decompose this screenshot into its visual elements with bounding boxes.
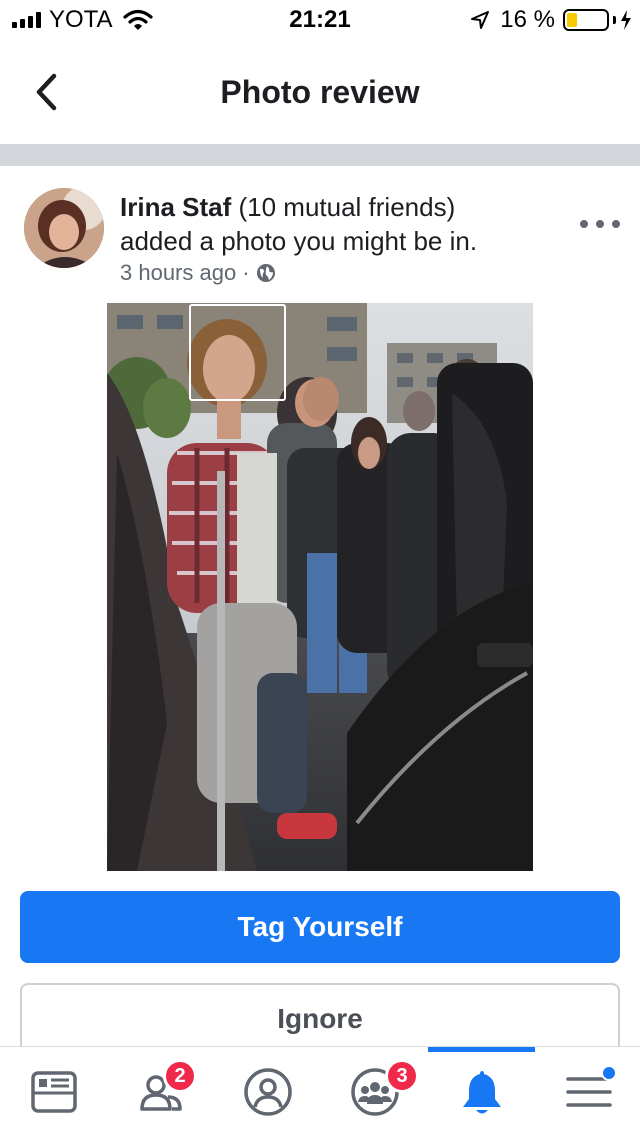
more-dots-icon[interactable]: [580, 212, 620, 236]
battery-icon: [563, 9, 609, 31]
ignore-button[interactable]: Ignore: [20, 983, 620, 1055]
battery-percent: 16 %: [500, 6, 555, 33]
news-feed-icon: [30, 1071, 77, 1113]
tag-yourself-button[interactable]: Tag Yourself: [20, 891, 620, 963]
face-tag-box[interactable]: [189, 304, 286, 401]
groups-badge: 3: [385, 1059, 419, 1093]
post-photo[interactable]: [107, 303, 533, 871]
post-line-author: Irina Staf (10 mutual friends): [120, 190, 560, 224]
mutual-friends: (10 mutual friends): [238, 192, 456, 222]
battery-level-fill: [567, 13, 577, 27]
bell-icon: [462, 1071, 501, 1114]
tab-friends[interactable]: 2: [107, 1047, 214, 1136]
carrier-name: YOTA: [49, 6, 113, 33]
status-bar: YOTA 21:21 16 %: [0, 0, 640, 40]
post-meta: 3 hours ago ·: [120, 258, 560, 288]
header: Photo review: [0, 40, 640, 144]
section-divider: [0, 144, 640, 166]
battery-tip: [613, 16, 616, 24]
tab-news-feed[interactable]: [0, 1047, 107, 1136]
tab-menu[interactable]: [535, 1047, 640, 1136]
meta-separator: ·: [242, 260, 250, 285]
tab-bar: 2 3: [0, 1046, 640, 1136]
profile-icon: [243, 1068, 292, 1116]
chevron-left-icon: [36, 73, 57, 111]
menu-notification-dot: [601, 1065, 617, 1081]
tab-profile[interactable]: [214, 1047, 321, 1136]
post-action-text: added a photo you might be in.: [120, 226, 478, 256]
avatar[interactable]: [24, 188, 104, 268]
charging-bolt-icon: [621, 10, 631, 30]
tab-notifications[interactable]: [428, 1047, 535, 1136]
post-text: Irina Staf (10 mutual friends) added a p…: [120, 190, 560, 288]
photo-image: [107, 303, 533, 871]
post-time[interactable]: 3 hours ago: [120, 258, 236, 288]
location-arrow-icon: [471, 11, 490, 29]
avatar-photo: [24, 188, 104, 268]
status-right: 16 %: [470, 6, 632, 34]
wifi-icon: [122, 9, 153, 30]
page-title: Photo review: [220, 74, 420, 110]
tab-groups[interactable]: 3: [321, 1047, 428, 1136]
back-button[interactable]: [30, 70, 64, 114]
status-left: YOTA: [12, 6, 153, 34]
signal-icon: [12, 12, 41, 28]
author-name[interactable]: Irina Staf: [120, 192, 231, 222]
friends-badge: 2: [163, 1059, 197, 1093]
globe-icon: [256, 264, 275, 282]
